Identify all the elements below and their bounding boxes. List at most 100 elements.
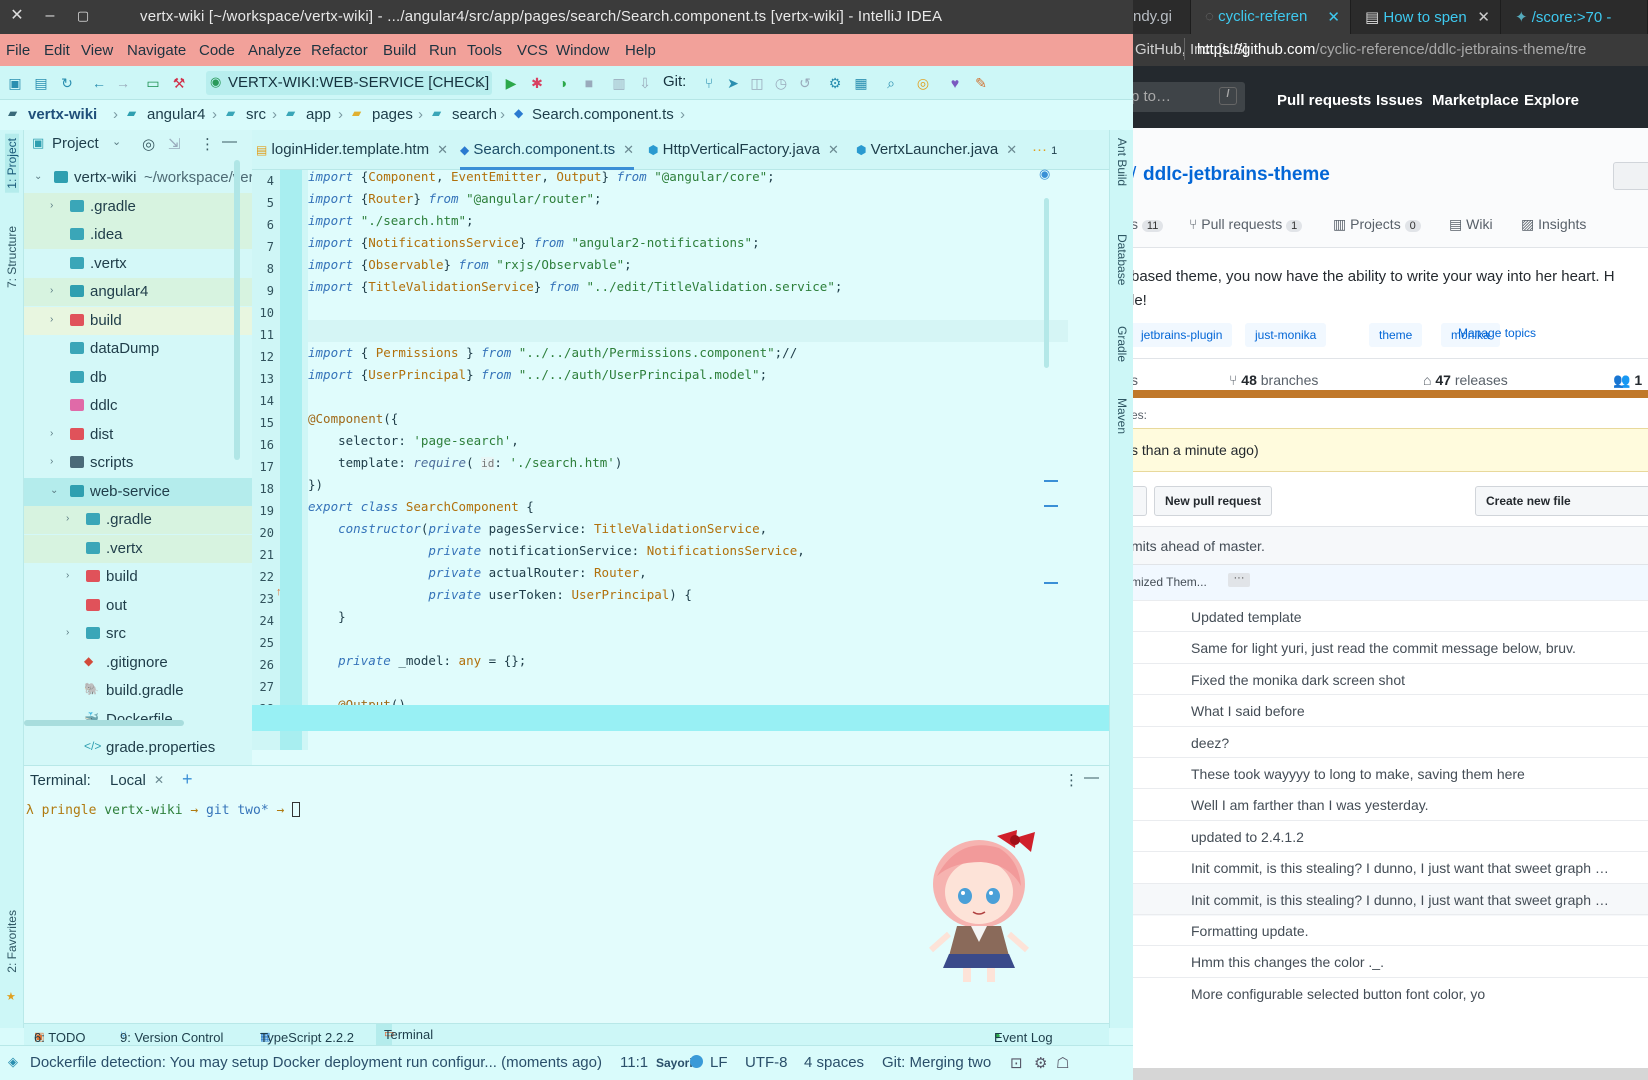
sync-icon[interactable]: ↻ bbox=[58, 74, 76, 92]
branch-select-button[interactable] bbox=[1133, 486, 1147, 516]
theme-name[interactable]: Sayori bbox=[656, 1056, 693, 1070]
menu-help[interactable]: Help bbox=[625, 42, 656, 59]
breadcrumb-item-search[interactable]: search bbox=[452, 106, 497, 123]
browser-tab-3[interactable]: ▤ How to spen ✕ bbox=[1351, 0, 1501, 34]
settings-icon[interactable]: ⚙ bbox=[826, 74, 844, 92]
tree-item[interactable]: › scripts bbox=[24, 449, 252, 477]
line-separator[interactable]: LF bbox=[710, 1054, 728, 1071]
commit-row[interactable]: More configurable selected button font c… bbox=[1133, 976, 1648, 1010]
close-tab-icon[interactable]: ✕ bbox=[1006, 142, 1017, 157]
nav-marketplace[interactable]: Marketplace bbox=[1432, 92, 1519, 109]
project-structure-icon[interactable]: ▦ bbox=[852, 74, 870, 92]
breadcrumb-item-file[interactable]: Search.component.ts bbox=[532, 106, 674, 123]
commit-message[interactable]: Updated template bbox=[1191, 609, 1302, 625]
commit-row[interactable]: Hmm this changes the color ._. bbox=[1133, 945, 1648, 978]
tree-item[interactable]: › build bbox=[24, 306, 252, 335]
nav-pull-requests[interactable]: Pull requests bbox=[1277, 92, 1371, 109]
code-line[interactable]: import {Component, EventEmitter, Output}… bbox=[308, 166, 775, 188]
tool-window-maven[interactable]: Maven bbox=[1115, 398, 1129, 434]
new-pull-request-button[interactable]: New pull request bbox=[1154, 486, 1273, 516]
status-message[interactable]: Dockerfile detection: You may setup Dock… bbox=[30, 1054, 602, 1071]
url-bar[interactable]: GitHub, Inc. [US] https://github.com/cyc… bbox=[1133, 34, 1648, 66]
chevron-right-icon[interactable]: › bbox=[50, 314, 53, 325]
tool-window-database[interactable]: Database bbox=[1115, 234, 1129, 285]
repo-name[interactable]: ddlc-jetbrains-theme bbox=[1143, 164, 1330, 186]
close-tab-icon[interactable]: ✕ bbox=[437, 142, 448, 157]
browser-horizontal-scrollbar[interactable] bbox=[1133, 1068, 1648, 1080]
code-line[interactable]: selector: 'page-search', bbox=[308, 430, 519, 452]
code-line[interactable]: } bbox=[308, 606, 346, 628]
deploy-icon[interactable]: ⇩ bbox=[636, 74, 654, 92]
tree-item[interactable]: out bbox=[24, 592, 252, 620]
commit-message[interactable]: Hmm this changes the color ._. bbox=[1191, 954, 1384, 970]
run-icon[interactable]: ▶ bbox=[502, 74, 520, 92]
commit-message[interactable]: Init commit, is this stealing? I dunno, … bbox=[1191, 892, 1609, 908]
git-compare-icon[interactable]: ◫ bbox=[748, 74, 766, 92]
menu-tools[interactable]: Tools bbox=[467, 42, 502, 59]
code-line[interactable]: constructor(private pagesService: TitleV… bbox=[308, 518, 767, 540]
contributors-link[interactable]: 👥 1 bbox=[1613, 372, 1642, 389]
minimize-window-icon[interactable]: – bbox=[40, 6, 60, 26]
menu-navigate[interactable]: Navigate bbox=[127, 42, 186, 59]
commit-message[interactable]: Well I am farther than I was yesterday. bbox=[1191, 797, 1429, 813]
branches-link[interactable]: ⑂ 48 branches bbox=[1229, 372, 1318, 388]
commit-message[interactable]: What I said before bbox=[1191, 703, 1305, 719]
code-line[interactable]: @Component({ bbox=[308, 408, 398, 430]
hide-panel-icon[interactable]: — bbox=[1084, 769, 1099, 786]
commit-row[interactable]: Well I am farther than I was yesterday. bbox=[1133, 788, 1648, 821]
stop-icon[interactable]: ■ bbox=[580, 74, 598, 92]
chevron-down-icon[interactable]: ⌄ bbox=[50, 485, 58, 496]
search-icon[interactable]: ⌕ bbox=[882, 74, 900, 92]
commit-row[interactable]: Init commit, is this stealing? I dunno, … bbox=[1133, 882, 1648, 916]
forward-arrow-icon[interactable]: → bbox=[114, 74, 132, 92]
tool-window-terminal[interactable]: ▭ Terminal bbox=[376, 1024, 433, 1045]
chevron-right-icon[interactable]: › bbox=[50, 456, 53, 467]
tree-item[interactable]: .vertx bbox=[24, 250, 252, 278]
commit-row[interactable]: deez? bbox=[1133, 725, 1648, 759]
code-line[interactable] bbox=[308, 320, 1068, 342]
repo-tab-insights[interactable]: ▨ Insights bbox=[1521, 216, 1586, 233]
code-line[interactable]: }) bbox=[308, 474, 323, 496]
commit-message[interactable]: Same for light yuri, just read the commi… bbox=[1191, 640, 1576, 656]
nav-issues[interactable]: Issues bbox=[1376, 92, 1423, 109]
repo-tab-issues[interactable]: s 11 bbox=[1133, 216, 1164, 232]
tool-window-structure[interactable]: 7: Structure bbox=[5, 226, 19, 288]
plugin-icon[interactable]: ◎ bbox=[914, 74, 932, 92]
tree-item[interactable]: dataDump bbox=[24, 335, 252, 363]
new-terminal-icon[interactable]: + bbox=[182, 769, 193, 790]
commit-message[interactable]: Formatting update. bbox=[1191, 923, 1309, 939]
commit-message[interactable]: deez? bbox=[1191, 735, 1229, 751]
indent-setting[interactable]: 4 spaces bbox=[804, 1054, 864, 1071]
caret-position[interactable]: 11:1 bbox=[620, 1054, 648, 1071]
commit-message[interactable]: Init commit, is this stealing? I dunno, … bbox=[1191, 860, 1609, 876]
tool-window-ant-build[interactable]: Ant Build bbox=[1115, 138, 1129, 186]
file-encoding[interactable]: UTF-8 bbox=[745, 1054, 788, 1071]
tree-item[interactable]: .vertx bbox=[24, 534, 252, 563]
tab-search-component[interactable]: ◆ Search.component.ts ✕ bbox=[460, 130, 635, 170]
code-line[interactable]: private actualRouter: Router, bbox=[308, 562, 646, 584]
repo-tab-projects[interactable]: ▥ Projects 0 bbox=[1333, 216, 1421, 233]
tree-item[interactable]: › .gradle bbox=[24, 192, 252, 221]
tree-item[interactable]: ⌄ vertx-wiki ~/workspace/ver bbox=[24, 164, 252, 192]
code-line[interactable]: private _model: any = {}; bbox=[308, 650, 526, 672]
tree-item[interactable]: › dist bbox=[24, 421, 252, 449]
menu-vcs[interactable]: VCS bbox=[517, 42, 548, 59]
tab-login-hider[interactable]: ▤ loginHider.template.htm ✕ bbox=[256, 130, 448, 170]
watch-button[interactable] bbox=[1613, 162, 1648, 190]
chevron-right-icon[interactable]: › bbox=[66, 627, 69, 638]
browser-tab-4[interactable]: ✦ /score:>70 - bbox=[1501, 0, 1648, 34]
topic-tag[interactable]: just-monika bbox=[1245, 323, 1327, 347]
tree-item[interactable]: ◆ .gitignore bbox=[24, 649, 252, 677]
chevron-right-icon[interactable]: › bbox=[50, 428, 53, 439]
code-line[interactable]: template: require( id: './search.htm') bbox=[308, 452, 622, 474]
tree-item[interactable]: </> grade.properties bbox=[24, 734, 252, 762]
terminal-prompt[interactable]: λ pringle vertx-wiki → git two* → bbox=[26, 802, 301, 818]
latest-commit-text[interactable]: mized Them... bbox=[1133, 575, 1207, 589]
git-history-icon[interactable]: ◷ bbox=[772, 74, 790, 92]
commit-row[interactable]: What I said before bbox=[1133, 694, 1648, 727]
close-tab-icon[interactable]: ✕ bbox=[1327, 8, 1340, 26]
git-push-icon[interactable]: ➤ bbox=[724, 74, 742, 92]
coverage-icon[interactable]: ◑ bbox=[554, 74, 572, 92]
releases-link[interactable]: ⌂ 47 releases bbox=[1423, 372, 1508, 388]
save-icon[interactable]: ▤ bbox=[32, 74, 50, 92]
